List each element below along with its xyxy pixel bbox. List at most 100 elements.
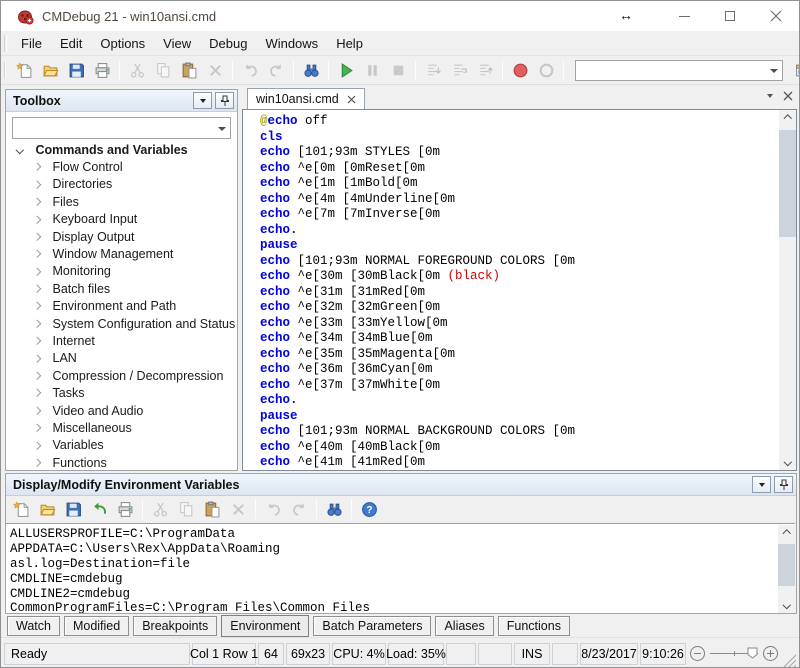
paste-button[interactable]	[177, 58, 201, 82]
environment-list[interactable]: ALLUSERSPROFILE=C:\ProgramDataAPPDATA=C:…	[6, 523, 795, 613]
chevron-down-icon	[767, 94, 773, 98]
stop-button[interactable]	[386, 58, 410, 82]
toolbox-item-batch-files[interactable]: Batch files	[6, 280, 236, 297]
toolbox-item-tasks[interactable]: Tasks	[6, 384, 236, 401]
debugger-combobox[interactable]	[575, 60, 783, 81]
close-button[interactable]	[753, 1, 799, 31]
toolbox-item-system-configuration-and-status[interactable]: System Configuration and Status	[6, 315, 236, 332]
toolbox-item-directories[interactable]: Directories	[6, 176, 236, 193]
pane-close-button[interactable]	[783, 91, 793, 101]
find-button[interactable]	[322, 497, 346, 521]
tab-list-dropdown-button[interactable]	[767, 94, 773, 98]
paste-button[interactable]	[200, 497, 224, 521]
copy-button[interactable]	[174, 497, 198, 521]
undo-button[interactable]	[261, 497, 285, 521]
scroll-up-button[interactable]	[778, 525, 795, 542]
code-line: pause	[260, 409, 778, 425]
new-file-button[interactable]	[9, 497, 33, 521]
environment-pin-button[interactable]	[774, 476, 793, 493]
bottom-tab-batch-parameters[interactable]: Batch Parameters	[313, 616, 431, 636]
step-out-button[interactable]	[473, 58, 497, 82]
run-button[interactable]	[334, 58, 358, 82]
save-file-button[interactable]	[64, 58, 88, 82]
zoom-thumb[interactable]	[747, 647, 758, 659]
toolbox-item-functions[interactable]: Functions	[6, 454, 236, 469]
zoom-in-button[interactable]	[763, 646, 778, 661]
zoom-out-button[interactable]	[690, 646, 705, 661]
toolbox-filter-combobox[interactable]	[12, 117, 231, 139]
scrollbar-thumb[interactable]	[779, 130, 796, 237]
redo-button[interactable]	[287, 497, 311, 521]
toolbox-item-compression-decompression[interactable]: Compression / Decompression	[6, 367, 236, 384]
find-button[interactable]	[299, 58, 323, 82]
environment-dropdown-button[interactable]	[752, 476, 771, 493]
pause-button[interactable]	[360, 58, 384, 82]
toolbox-item-video-and-audio[interactable]: Video and Audio	[6, 402, 236, 419]
delete-button[interactable]	[203, 58, 227, 82]
toolbox-item-keyboard-input[interactable]: Keyboard Input	[6, 211, 236, 228]
menu-debug[interactable]: Debug	[200, 36, 256, 51]
print-button[interactable]	[90, 58, 114, 82]
toolbox-pin-button[interactable]	[215, 92, 234, 109]
scroll-up-button[interactable]	[779, 110, 796, 127]
print-button[interactable]	[113, 497, 137, 521]
toolbox-item-variables[interactable]: Variables	[6, 437, 236, 454]
tab-close-icon[interactable]	[347, 95, 356, 104]
help-button[interactable]: ?	[357, 497, 381, 521]
copy-button[interactable]	[151, 58, 175, 82]
bottom-tab-watch[interactable]: Watch	[7, 616, 60, 636]
revert-button[interactable]	[87, 497, 111, 521]
undo-button[interactable]	[238, 58, 262, 82]
menu-file[interactable]: File	[12, 36, 51, 51]
scrollbar-thumb[interactable]	[778, 544, 795, 586]
cut-button[interactable]	[148, 497, 172, 521]
undo-icon	[242, 62, 259, 79]
menu-edit[interactable]: Edit	[51, 36, 91, 51]
toolbar-separator	[119, 60, 120, 80]
step-into-button[interactable]	[421, 58, 445, 82]
bottom-tab-environment[interactable]: Environment	[221, 615, 309, 637]
record-stop-button[interactable]	[534, 58, 558, 82]
open-file-button[interactable]	[38, 58, 62, 82]
run-icon	[338, 62, 355, 79]
ide-options-button[interactable]	[791, 58, 800, 82]
scroll-down-button[interactable]	[778, 596, 795, 613]
env-line: ALLUSERSPROFILE=C:\ProgramData	[10, 527, 777, 542]
chevron-down-icon	[784, 458, 792, 466]
menu-windows[interactable]: Windows	[256, 36, 327, 51]
toolbox-item-commands-and-variables[interactable]: Commands and Variables	[6, 141, 236, 158]
bottom-tab-modified[interactable]: Modified	[64, 616, 129, 636]
delete-button[interactable]	[226, 497, 250, 521]
save-file-button[interactable]	[61, 497, 85, 521]
toolbox-item-environment-and-path[interactable]: Environment and Path	[6, 298, 236, 315]
toolbox-item-files[interactable]: Files	[6, 193, 236, 210]
toolbox-item-miscellaneous[interactable]: Miscellaneous	[6, 419, 236, 436]
toolbox-item-monitoring[interactable]: Monitoring	[6, 263, 236, 280]
menu-options[interactable]: Options	[91, 36, 154, 51]
bottom-tab-aliases[interactable]: Aliases	[435, 616, 493, 636]
record-button[interactable]	[508, 58, 532, 82]
bottom-tab-functions[interactable]: Functions	[498, 616, 570, 636]
code-line: echo ^e[33m [33mYellow[0m	[260, 316, 778, 332]
menu-help[interactable]: Help	[327, 36, 372, 51]
toolbox-item-window-management[interactable]: Window Management	[6, 245, 236, 262]
bottom-tab-breakpoints[interactable]: Breakpoints	[133, 616, 217, 636]
open-file-button[interactable]	[35, 497, 59, 521]
toolbox-item-flow-control[interactable]: Flow Control	[6, 158, 236, 175]
toolbox-item-display-output[interactable]: Display Output	[6, 228, 236, 245]
scroll-down-button[interactable]	[779, 453, 796, 470]
code-area[interactable]: @echo offclsecho [101;93m STYLES [0mecho…	[243, 110, 778, 470]
toolbox-item-lan[interactable]: LAN	[6, 350, 236, 367]
zoom-track[interactable]	[710, 653, 758, 654]
toolbox-item-internet[interactable]: Internet	[6, 332, 236, 349]
redo-button[interactable]	[264, 58, 288, 82]
minimize-button[interactable]	[661, 1, 707, 31]
cut-button[interactable]	[125, 58, 149, 82]
step-over-button[interactable]	[447, 58, 471, 82]
new-file-button[interactable]	[12, 58, 36, 82]
toolbox-dropdown-button[interactable]	[193, 92, 212, 109]
maximize-button[interactable]	[707, 1, 753, 31]
tab-win10ansi[interactable]: win10ansi.cmd	[247, 88, 365, 109]
menu-view[interactable]: View	[154, 36, 200, 51]
resize-grip[interactable]	[783, 654, 796, 667]
